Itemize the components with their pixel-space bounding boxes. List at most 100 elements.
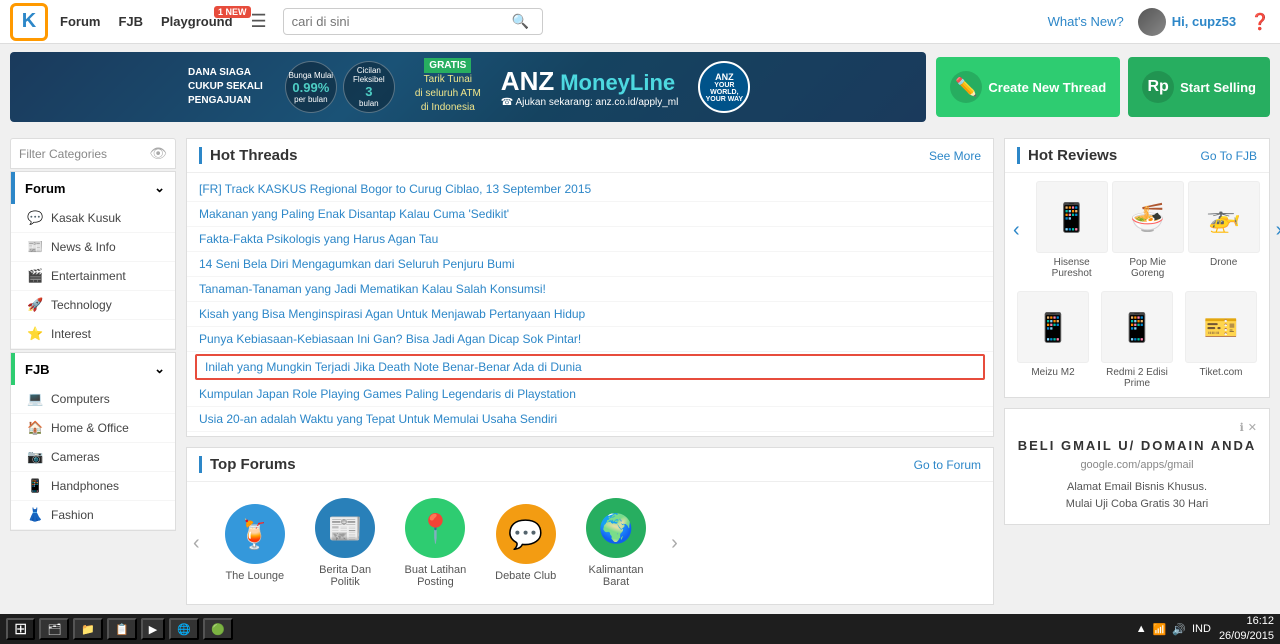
taskbar-app1[interactable]: 📋 bbox=[107, 618, 137, 640]
thread-item[interactable]: Punya Kebiasaan-Kebiasaan Ini Gan? Bisa … bbox=[187, 327, 993, 352]
sidebar-item-kasak-kusuk[interactable]: 💬 Kasak Kusuk bbox=[11, 204, 175, 233]
forum-section-header[interactable]: Forum ⌄ bbox=[11, 172, 175, 204]
hisense-img-icon: 📱 bbox=[1054, 201, 1089, 234]
fjb-section-header[interactable]: FJB ⌄ bbox=[11, 353, 175, 385]
ad-box: ℹ ✕ BELI GMAIL U/ DOMAIN ANDA google.com… bbox=[1004, 408, 1270, 525]
thread-item[interactable]: Fakta-Fakta Psikologis yang Harus Agan T… bbox=[187, 227, 993, 252]
prev-review-arrow-wrap: ‹ bbox=[1005, 215, 1028, 246]
review-drone[interactable]: 🚁 Drone bbox=[1188, 181, 1260, 279]
thread-item[interactable]: Usia 20-an adalah Waktu yang Tepat Untuk… bbox=[187, 407, 993, 432]
review-hisense[interactable]: 📱 Hisense Pureshot bbox=[1036, 181, 1108, 279]
eye-icon: 👁 bbox=[149, 145, 167, 162]
camera-icon: 📷 bbox=[27, 449, 43, 465]
redmi-img-icon: 📱 bbox=[1120, 311, 1155, 344]
reviews-nav-row: ‹ 📱 Hisense Pureshot 🍜 Pop Mie Goreng bbox=[1005, 173, 1269, 287]
taskbar-app3[interactable]: 🟢 bbox=[203, 618, 233, 640]
circle-cicilan: Cicilan Fleksibel 3 bulan bbox=[343, 61, 395, 113]
taskbar-chrome[interactable]: 🌐 bbox=[169, 618, 199, 640]
thread-item-highlighted[interactable]: Inilah yang Mungkin Terjadi Jika Death N… bbox=[195, 354, 985, 380]
taskbar-windows-explorer[interactable]: 📁 bbox=[73, 618, 103, 640]
ad-info-icon[interactable]: ℹ bbox=[1240, 421, 1244, 434]
forum-kalimantan[interactable]: 🌍 Kalimantan Barat bbox=[571, 492, 661, 594]
fjb-nav-link[interactable]: FJB bbox=[118, 14, 143, 29]
thread-item[interactable]: Kisah yang Bisa Menginspirasi Agan Untuk… bbox=[187, 302, 993, 327]
sidebar-item-entertainment[interactable]: 🎬 Entertainment bbox=[11, 262, 175, 291]
hisense-image: 📱 bbox=[1036, 181, 1108, 253]
banner-image[interactable]: DANA SIAGACUKUP SEKALIPENGAJUAN Bunga Mu… bbox=[10, 52, 926, 122]
sidebar-item-fashion[interactable]: 👗 Fashion bbox=[11, 501, 175, 530]
create-thread-button[interactable]: ✏️ Create New Thread bbox=[936, 57, 1120, 117]
pencil-icon: ✏️ bbox=[950, 71, 982, 103]
review-redmi[interactable]: 📱 Redmi 2 Edisi Prime bbox=[1097, 291, 1177, 389]
review-popmie[interactable]: 🍜 Pop Mie Goreng bbox=[1112, 181, 1184, 279]
forum-latihan[interactable]: 📍 Buat Latihan Posting bbox=[390, 492, 480, 594]
thread-item[interactable]: Makanan yang Paling Enak Disantap Kalau … bbox=[187, 202, 993, 227]
forum-lounge[interactable]: 🍹 The Lounge bbox=[210, 498, 300, 588]
taskbar-up-arrow[interactable]: ▲ bbox=[1136, 623, 1147, 635]
forums-nav-row: ‹ 🍹 The Lounge 📰 Berita Dan Politik 📍 Bu… bbox=[187, 482, 993, 604]
sidebar-item-computers[interactable]: 💻 Computers bbox=[11, 385, 175, 414]
sidebar-item-news-info[interactable]: 📰 News & Info bbox=[11, 233, 175, 262]
sidebar-item-technology[interactable]: 🚀 Technology bbox=[11, 291, 175, 320]
username-label[interactable]: Hi, cupz53 bbox=[1172, 14, 1236, 29]
hot-threads-title: Hot Threads bbox=[199, 147, 298, 164]
drone-image: 🚁 bbox=[1188, 181, 1260, 253]
go-to-forum-link[interactable]: Go to Forum bbox=[914, 458, 981, 472]
ad-url: google.com/apps/gmail bbox=[1017, 459, 1257, 471]
search-input[interactable] bbox=[292, 14, 512, 29]
sidebar-item-handphones[interactable]: 📱 Handphones bbox=[11, 472, 175, 501]
taskbar-file-explorer[interactable]: 🗂 bbox=[39, 618, 69, 640]
site-logo[interactable]: K bbox=[10, 3, 48, 41]
chat-icon: 💬 bbox=[27, 210, 43, 226]
help-icon[interactable]: ❓ bbox=[1250, 12, 1270, 32]
taskbar-volume-icon[interactable]: 🔊 bbox=[1172, 623, 1186, 636]
start-selling-button[interactable]: Rp Start Selling bbox=[1128, 57, 1270, 117]
star-icon: ⭐ bbox=[27, 326, 43, 342]
next-review-arrow-wrap: › bbox=[1268, 215, 1280, 246]
forum-section: Forum ⌄ 💬 Kasak Kusuk 📰 News & Info 🎬 En… bbox=[10, 171, 176, 350]
prev-review-arrow[interactable]: ‹ bbox=[1013, 219, 1020, 242]
top-forums-title: Top Forums bbox=[199, 456, 296, 473]
tiket-image: 🎫 bbox=[1185, 291, 1257, 363]
forum-berita[interactable]: 📰 Berita Dan Politik bbox=[300, 492, 390, 594]
thread-item[interactable]: [FR] Track KASKUS Regional Bogor to Curu… bbox=[187, 177, 993, 202]
prev-forum-arrow[interactable]: ‹ bbox=[187, 532, 206, 555]
forum-debate[interactable]: 💬 Debate Club bbox=[481, 498, 571, 588]
fashion-icon: 👗 bbox=[27, 507, 43, 523]
thread-list: [FR] Track KASKUS Regional Bogor to Curu… bbox=[187, 173, 993, 436]
banner-left-text: DANA SIAGACUKUP SEKALIPENGAJUAN bbox=[176, 58, 275, 116]
top-forums-header: Top Forums Go to Forum bbox=[187, 448, 993, 482]
ad-close-icon[interactable]: ✕ bbox=[1248, 421, 1257, 434]
forum-nav-link[interactable]: Forum bbox=[60, 14, 100, 29]
rp-icon: Rp bbox=[1142, 71, 1174, 103]
nav-right: What's New? Hi, cupz53 ❓ bbox=[1048, 8, 1270, 36]
next-forum-arrow[interactable]: › bbox=[665, 532, 684, 555]
go-fjb-link[interactable]: Go To FJB bbox=[1201, 149, 1257, 163]
news-icon: 📰 bbox=[315, 498, 375, 558]
filter-categories[interactable]: Filter Categories 👁 bbox=[10, 138, 176, 169]
anz-sub-text: ☎ Ajukan sekarang: anz.co.id/apply_ml bbox=[501, 97, 679, 108]
hot-reviews-box: Hot Reviews Go To FJB ‹ 📱 Hisense Puresh… bbox=[1004, 138, 1270, 398]
sidebar-item-interest[interactable]: ⭐ Interest bbox=[11, 320, 175, 349]
windows-start-button[interactable]: ⊞ bbox=[6, 618, 35, 640]
next-review-arrow[interactable]: › bbox=[1276, 219, 1280, 242]
fjb-section: FJB ⌄ 💻 Computers 🏠 Home & Office 📷 Came… bbox=[10, 352, 176, 531]
taskbar-clock[interactable]: 16:12 26/09/2015 bbox=[1219, 614, 1274, 644]
thread-item[interactable]: 14 Seni Bela Diri Mengagumkan dari Selur… bbox=[187, 252, 993, 277]
review-tiket[interactable]: 🎫 Tiket.com bbox=[1181, 291, 1261, 389]
sidebar-item-cameras[interactable]: 📷 Cameras bbox=[11, 443, 175, 472]
taskbar-app2[interactable]: ▶ bbox=[141, 618, 165, 640]
sidebar-item-home-office[interactable]: 🏠 Home & Office bbox=[11, 414, 175, 443]
review-meizu[interactable]: 📱 Meizu M2 bbox=[1013, 291, 1093, 389]
rocket-icon: 🚀 bbox=[27, 297, 43, 313]
taskbar-network-icon: 📶 bbox=[1153, 623, 1167, 636]
forums-grid: 🍹 The Lounge 📰 Berita Dan Politik 📍 Buat… bbox=[206, 482, 665, 604]
chevron-down-icon: ⌄ bbox=[154, 180, 165, 196]
lounge-icon: 🍹 bbox=[225, 504, 285, 564]
thread-item[interactable]: Kumpulan Japan Role Playing Games Paling… bbox=[187, 382, 993, 407]
sidebar: Filter Categories 👁 Forum ⌄ 💬 Kasak Kusu… bbox=[10, 138, 176, 605]
search-icon[interactable]: 🔍 bbox=[512, 13, 529, 30]
whats-new-link[interactable]: What's New? bbox=[1048, 14, 1124, 29]
see-more-link[interactable]: See More bbox=[929, 149, 981, 163]
thread-item[interactable]: Tanaman-Tanaman yang Jadi Mematikan Kala… bbox=[187, 277, 993, 302]
